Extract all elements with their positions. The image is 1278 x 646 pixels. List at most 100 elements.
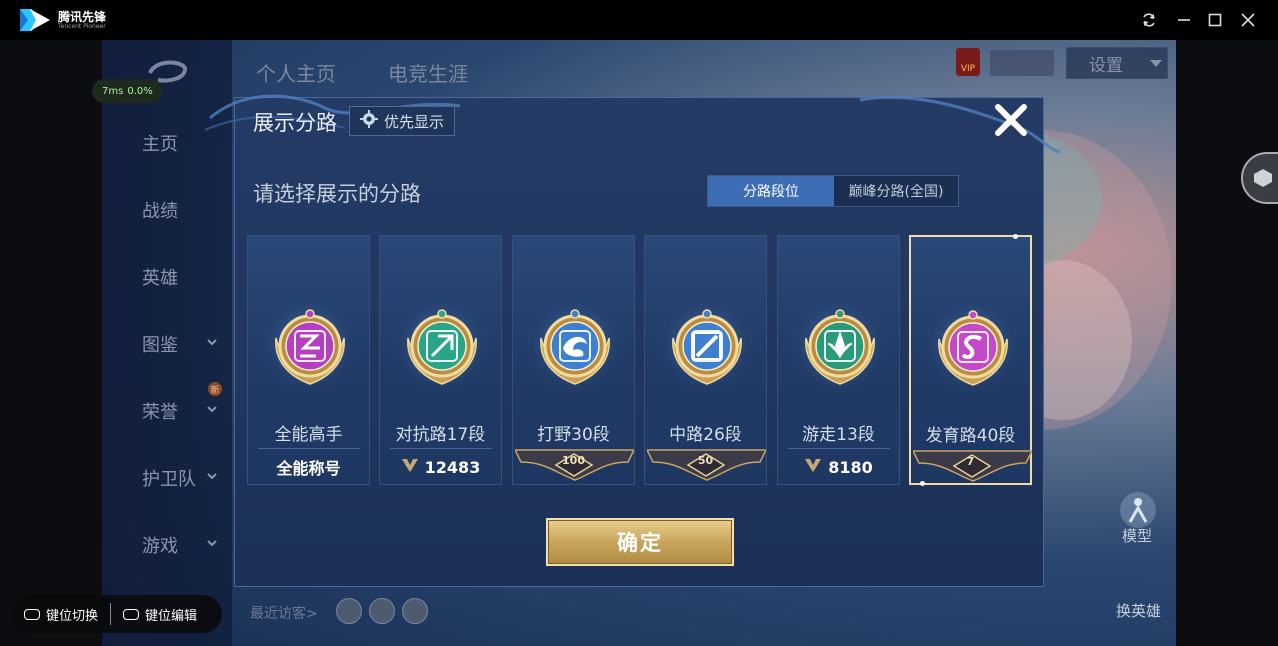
chevron-down-icon [206, 403, 218, 419]
brand-subtitle: Tencent Pioneer [58, 22, 106, 30]
sidebar-item-label: 战绩 [142, 201, 178, 222]
sidebar-item-label: 护卫队 [142, 469, 196, 490]
brand-name: 腾讯先锋 [58, 9, 107, 24]
rank-number: 100 [562, 454, 585, 467]
lane-card[interactable]: 全能高手 全能称号 [247, 235, 370, 485]
lane-card-name: 发育路40段 [925, 426, 1016, 446]
rank-number: 50 [697, 454, 714, 467]
sidebar-item[interactable]: 护卫队 [102, 463, 232, 493]
gamepad-icon [123, 608, 140, 620]
lane-card-name: 对抗路17段 [395, 425, 486, 445]
lane-card-score: 8180 [778, 451, 899, 483]
vip-icon: VIP [956, 48, 980, 76]
close-icon [995, 104, 1027, 136]
priority-display-label: 优先显示 [384, 112, 445, 131]
rank-emblem-icon [800, 306, 880, 390]
change-hero-label[interactable]: 换英雄 [1116, 600, 1161, 621]
vip-info [990, 50, 1054, 76]
divider [390, 448, 492, 449]
rank-number: 7 [966, 455, 975, 468]
loss-value: 0.0% [127, 85, 153, 97]
lane-display-dialog: 展示分路 优先显示 请选择展示的分路 分路段位 巅峰分路(全国) 全能高手全能称… [205, 94, 1061, 587]
lane-card-title: 全能称号 [248, 451, 369, 483]
tab-lane-rank[interactable]: 分路段位 [708, 176, 834, 206]
sidebar-item-label: 图鉴 [142, 335, 178, 356]
brand: 腾讯先锋 Tencent Pioneer [18, 6, 106, 34]
chevron-down-icon [1149, 55, 1163, 75]
keymap-switch-label: 键位切换 [46, 608, 99, 624]
keymap-bar: 键位切换 键位编辑 [12, 595, 222, 633]
lane-card-footer-text: 12483 [424, 457, 481, 477]
new-badge: 新 [208, 382, 222, 396]
lane-card[interactable]: 中路26段 50 [644, 235, 768, 485]
lane-card[interactable]: 游走13段 8180 [777, 235, 900, 485]
letterbox-right [1176, 40, 1278, 646]
settings-button[interactable]: 设置 [1066, 47, 1168, 79]
rank-emblem-icon [270, 306, 350, 390]
avatar[interactable] [402, 598, 428, 624]
sidebar-item[interactable]: 荣誉 [102, 396, 232, 426]
screen: { "app": { "brand_name": "腾讯先锋", "brand_… [0, 0, 1278, 646]
lane-card-name: 中路26段 [669, 425, 742, 445]
model-label: 模型 [1122, 527, 1153, 545]
maximize-icon[interactable] [1203, 8, 1227, 32]
gear-icon [360, 110, 378, 132]
chevron-down-icon [206, 336, 218, 352]
chevron-down-icon [206, 537, 218, 553]
refresh-icon[interactable] [1137, 8, 1161, 32]
recent-visitors-link[interactable]: 最近访客> [250, 603, 318, 623]
lane-card-footer-text: 全能称号 [276, 459, 341, 478]
keymap-edit-label: 键位编辑 [145, 608, 198, 624]
lane-type-tabs: 分路段位 巅峰分路(全国) [707, 175, 959, 207]
emulator-titlebar: 腾讯先锋 Tencent Pioneer [0, 0, 1278, 40]
settings-label: 设置 [1089, 55, 1123, 76]
dialog-subtitle: 请选择展示的分路 [253, 182, 421, 206]
header-ornament-right-icon [859, 95, 1061, 154]
minimize-icon[interactable] [1172, 8, 1196, 32]
priority-display-button[interactable]: 优先显示 [349, 106, 456, 136]
latency-value: 7ms [102, 85, 124, 97]
sidebar-item-label: 荣誉 [142, 402, 178, 423]
lane-card-footer-text: 8180 [828, 457, 873, 477]
keymap-switch-button[interactable]: 键位切换 [12, 605, 110, 624]
rank-emblem-icon [402, 306, 482, 390]
avatar[interactable] [336, 598, 362, 624]
tencent-pioneer-logo-icon [18, 7, 52, 33]
peak-score-icon [804, 457, 822, 477]
lane-card[interactable]: 发育路40段 7 [909, 234, 1034, 486]
tab-esports-career[interactable]: 电竞生涯 [388, 58, 468, 87]
dialog-title: 展示分路 [253, 111, 337, 135]
close-dialog-button[interactable] [991, 102, 1031, 142]
selection-corner-icon [920, 481, 925, 486]
lane-card-name: 全能高手 [274, 425, 343, 445]
lane-card[interactable]: 打野30段 100 [512, 235, 636, 485]
lane-card-score: 12483 [380, 451, 501, 483]
sidebar-item[interactable]: 游戏 [102, 530, 232, 560]
lane-card[interactable]: 对抗路17段 12483 [379, 235, 502, 485]
lane-card-list: 全能高手 全能称号 对抗路17段 12483 打野30段 100 中路26段 50 游走13段 8… [247, 234, 1034, 486]
gamepad-icon [24, 608, 40, 620]
lane-card-name: 游走13段 [802, 425, 875, 445]
tab-peak-lane[interactable]: 巅峰分路(全国) [834, 176, 958, 206]
confirm-button[interactable]: 确定 [546, 518, 734, 566]
keymap-edit-button[interactable]: 键位编辑 [111, 605, 209, 624]
sidebar-item-label: 主页 [142, 134, 178, 155]
tab-profile[interactable]: 个人主页 [256, 58, 336, 87]
selection-corner-icon [1013, 234, 1018, 239]
sidebar-item[interactable]: 图鉴 [102, 329, 232, 359]
divider [258, 448, 360, 449]
peak-score-icon [401, 457, 419, 477]
sidebar-item-label: 游戏 [142, 536, 178, 557]
letterbox-left [0, 40, 102, 646]
rank-emblem-icon [667, 306, 747, 390]
sidebar-item[interactable]: 英雄 [102, 262, 232, 292]
sidebar-item[interactable]: 战绩 [102, 195, 232, 225]
rank-emblem-icon [933, 307, 1013, 391]
avatar[interactable] [369, 598, 395, 624]
rank-emblem-icon [535, 306, 615, 390]
chevron-down-icon [206, 470, 218, 486]
close-icon[interactable] [1236, 8, 1260, 32]
performance-indicator: 7ms 0.0% [92, 79, 163, 103]
divider [788, 448, 890, 449]
lane-card-name: 打野30段 [537, 425, 610, 445]
